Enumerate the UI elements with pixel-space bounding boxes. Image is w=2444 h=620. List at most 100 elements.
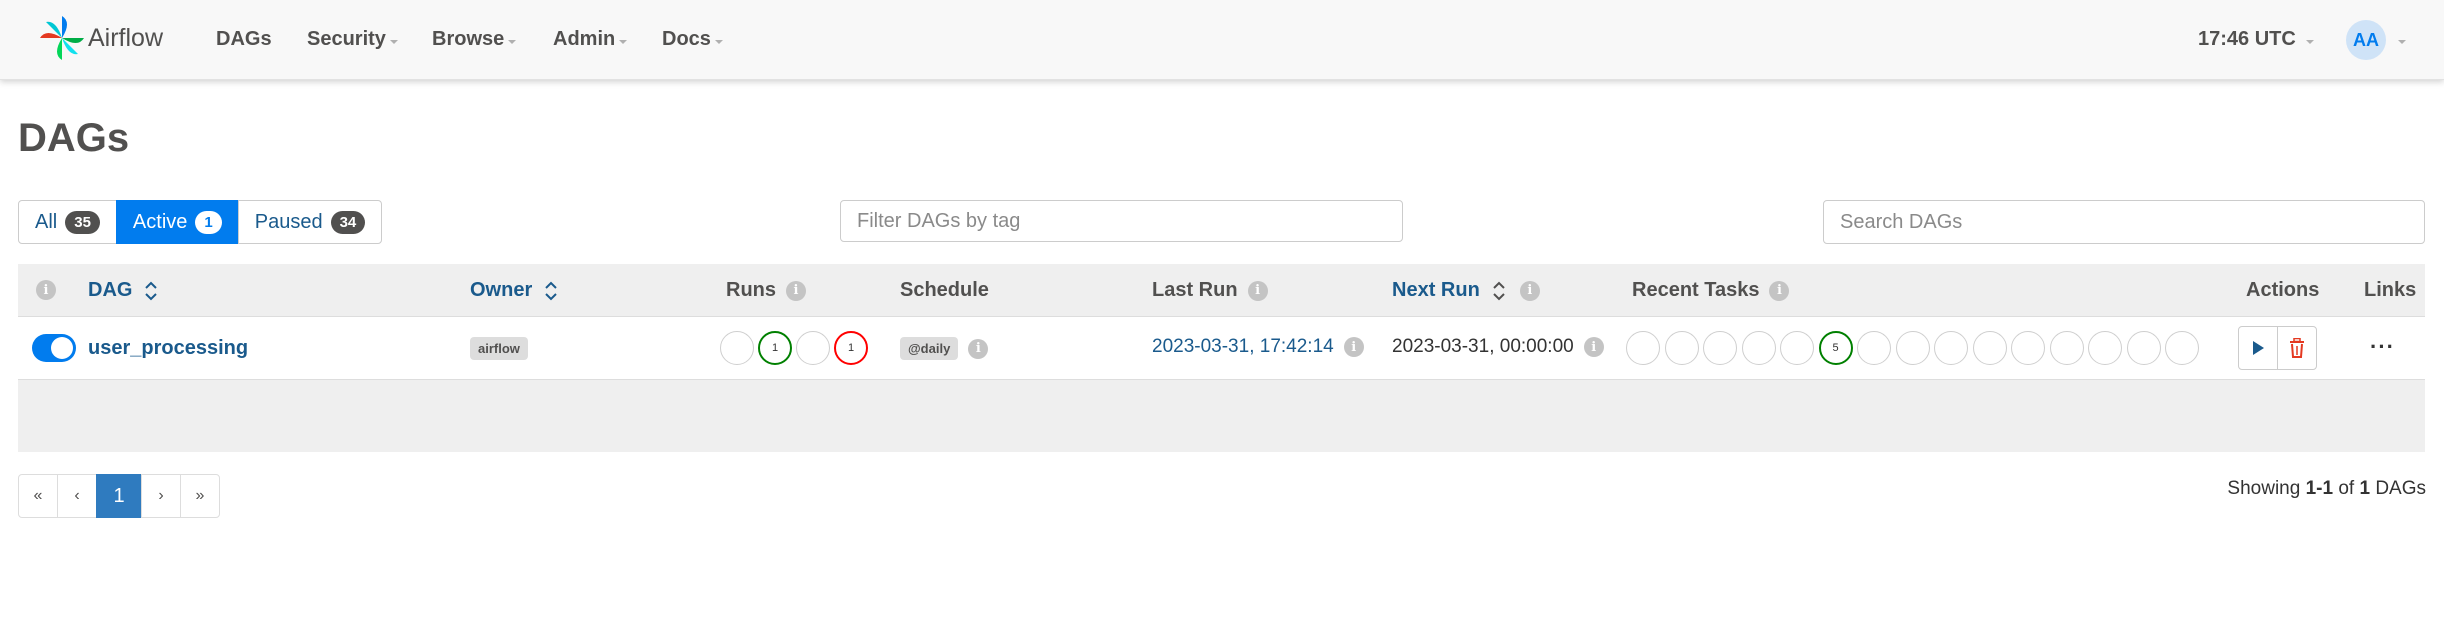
summary-prefix: Showing (2227, 478, 2306, 499)
column-header-last-run: Last Run i (1152, 279, 1268, 302)
task-state-none-circle[interactable] (2049, 331, 2084, 365)
status-active-button[interactable]: Active 1 (115, 200, 239, 244)
task-state-success-circle[interactable]: 5 (1818, 331, 1853, 365)
task-state-none-circle[interactable] (1664, 331, 1699, 365)
page-current-label: 1 (113, 484, 125, 507)
status-all-button[interactable]: All 35 (18, 200, 117, 244)
info-icon[interactable]: i (1519, 280, 1540, 301)
nav-dags-label: DAGs (216, 28, 272, 50)
nav-browse-label: Browse (432, 28, 505, 50)
info-icon[interactable]: i (36, 280, 56, 300)
owner-badge[interactable]: airflow (470, 337, 528, 360)
page-first-label: « (33, 487, 43, 504)
page-next-label: › (158, 487, 164, 504)
sort-icon (1492, 280, 1506, 302)
owner-cell: airflow (470, 337, 528, 360)
task-state-none-circle[interactable] (2126, 331, 2161, 365)
caret-down-icon (508, 39, 517, 44)
task-state-none-circle[interactable] (2165, 331, 2199, 365)
column-header-owner[interactable]: Owner (470, 279, 558, 302)
column-header-runs-label: Runs (726, 279, 776, 301)
airflow-logo[interactable] (36, 10, 88, 66)
task-state-none-circle[interactable] (1780, 331, 1814, 365)
column-header-links: Links (2364, 279, 2416, 302)
pinwheel-icon (40, 16, 84, 60)
status-paused-label: Paused (254, 210, 323, 233)
task-state-none-circle[interactable] (1895, 331, 1930, 365)
schedule-cell: @daily i (900, 337, 989, 360)
nav-docs[interactable]: Docs (662, 28, 723, 51)
task-state-none-circle[interactable] (1703, 331, 1737, 365)
nav-security[interactable]: Security (307, 28, 398, 51)
trigger-dag-button[interactable] (2238, 326, 2278, 370)
column-header-links-label: Links (2364, 279, 2417, 301)
page-last-button[interactable]: » (180, 474, 220, 518)
schedule-badge[interactable]: @daily (900, 337, 959, 360)
status-all-label: All (35, 210, 58, 233)
column-header-actions: Actions (2246, 279, 2319, 302)
last-run-link[interactable]: 2023-03-31, 17:42:14 (1152, 336, 1334, 358)
sort-icon (144, 280, 158, 302)
page-prev-button[interactable]: ‹ (57, 474, 97, 518)
column-header-owner-label: Owner (470, 279, 533, 301)
table-row: user_processing airflow 1 1 @daily i 202… (18, 316, 2425, 380)
task-count: 5 (1832, 342, 1839, 354)
column-header-schedule: Schedule (900, 279, 989, 302)
clock-label: 17:46 UTC (2198, 28, 2296, 50)
next-run-value: 2023-03-31, 00:00:00 (1392, 336, 1574, 357)
column-header-recent-tasks-label: Recent Tasks (1632, 279, 1760, 301)
status-active-count: 1 (195, 210, 222, 234)
column-header-dag[interactable]: DAG (88, 279, 158, 302)
nav-admin[interactable]: Admin (553, 28, 628, 51)
column-header-dag-label: DAG (88, 279, 133, 301)
nav-docs-label: Docs (662, 28, 711, 50)
info-icon[interactable]: i (1583, 337, 1604, 357)
page-next-button[interactable]: › (141, 474, 181, 518)
run-state-success-circle[interactable]: 1 (758, 331, 792, 365)
play-icon (2253, 341, 2264, 355)
column-header-actions-label: Actions (2246, 279, 2320, 301)
task-state-none-circle[interactable] (1626, 331, 1660, 365)
task-state-none-circle[interactable] (1972, 331, 2007, 365)
info-icon[interactable]: i (1343, 337, 1364, 357)
timezone-clock[interactable]: 17:46 UTC (2198, 28, 2314, 51)
info-icon[interactable]: i (786, 280, 806, 301)
info-icon[interactable]: i (1769, 280, 1790, 301)
column-header-recent-tasks: Recent Tasks i (1632, 279, 1790, 302)
page-last-label: » (195, 487, 205, 504)
run-count: 1 (847, 342, 855, 354)
column-header-next-run[interactable]: Next Run i (1392, 279, 1540, 302)
tag-filter-input[interactable] (840, 200, 1403, 242)
dag-active-toggle[interactable] (32, 334, 76, 362)
user-menu[interactable]: AA (2346, 20, 2406, 60)
run-state-none-circle[interactable] (720, 331, 754, 365)
caret-down-icon (389, 39, 398, 44)
page-current-button[interactable]: 1 (96, 474, 142, 518)
run-state-none-circle[interactable] (796, 331, 830, 365)
task-state-none-circle[interactable] (1857, 331, 1891, 365)
nav-dags[interactable]: DAGs (216, 28, 272, 51)
next-run-cell: 2023-03-31, 00:00:00 i (1392, 336, 1604, 358)
table-header: i DAG Owner Runs i Schedule Last Run i N… (18, 264, 2425, 316)
info-icon[interactable]: i (968, 338, 989, 359)
delete-dag-button[interactable] (2277, 326, 2317, 370)
page-prev-label: ‹ (74, 487, 80, 504)
brand-name[interactable]: Airflow (88, 24, 163, 53)
task-state-none-circle[interactable] (2011, 331, 2045, 365)
dag-id-link[interactable]: user_processing (88, 337, 248, 360)
search-dags-input[interactable] (1823, 200, 2425, 244)
task-state-none-circle[interactable] (1934, 331, 1968, 365)
nav-browse[interactable]: Browse (432, 28, 517, 51)
top-navbar: Airflow DAGs Security Browse Admin Docs … (0, 0, 2444, 80)
caret-down-icon (2305, 39, 2314, 44)
results-summary: Showing 1-1 of 1 DAGs (2227, 478, 2426, 500)
status-paused-button[interactable]: Paused 34 (237, 200, 383, 244)
dags-table: i DAG Owner Runs i Schedule Last Run i N… (18, 264, 2425, 452)
info-icon[interactable]: i (1247, 280, 1268, 301)
task-state-none-circle[interactable] (2088, 331, 2122, 365)
task-state-none-circle[interactable] (1741, 331, 1776, 365)
links-menu[interactable]: ··· (2370, 334, 2395, 360)
page-first-button[interactable]: « (18, 474, 58, 518)
column-header-last-run-label: Last Run (1152, 279, 1238, 301)
run-state-failed-circle[interactable]: 1 (834, 331, 868, 365)
